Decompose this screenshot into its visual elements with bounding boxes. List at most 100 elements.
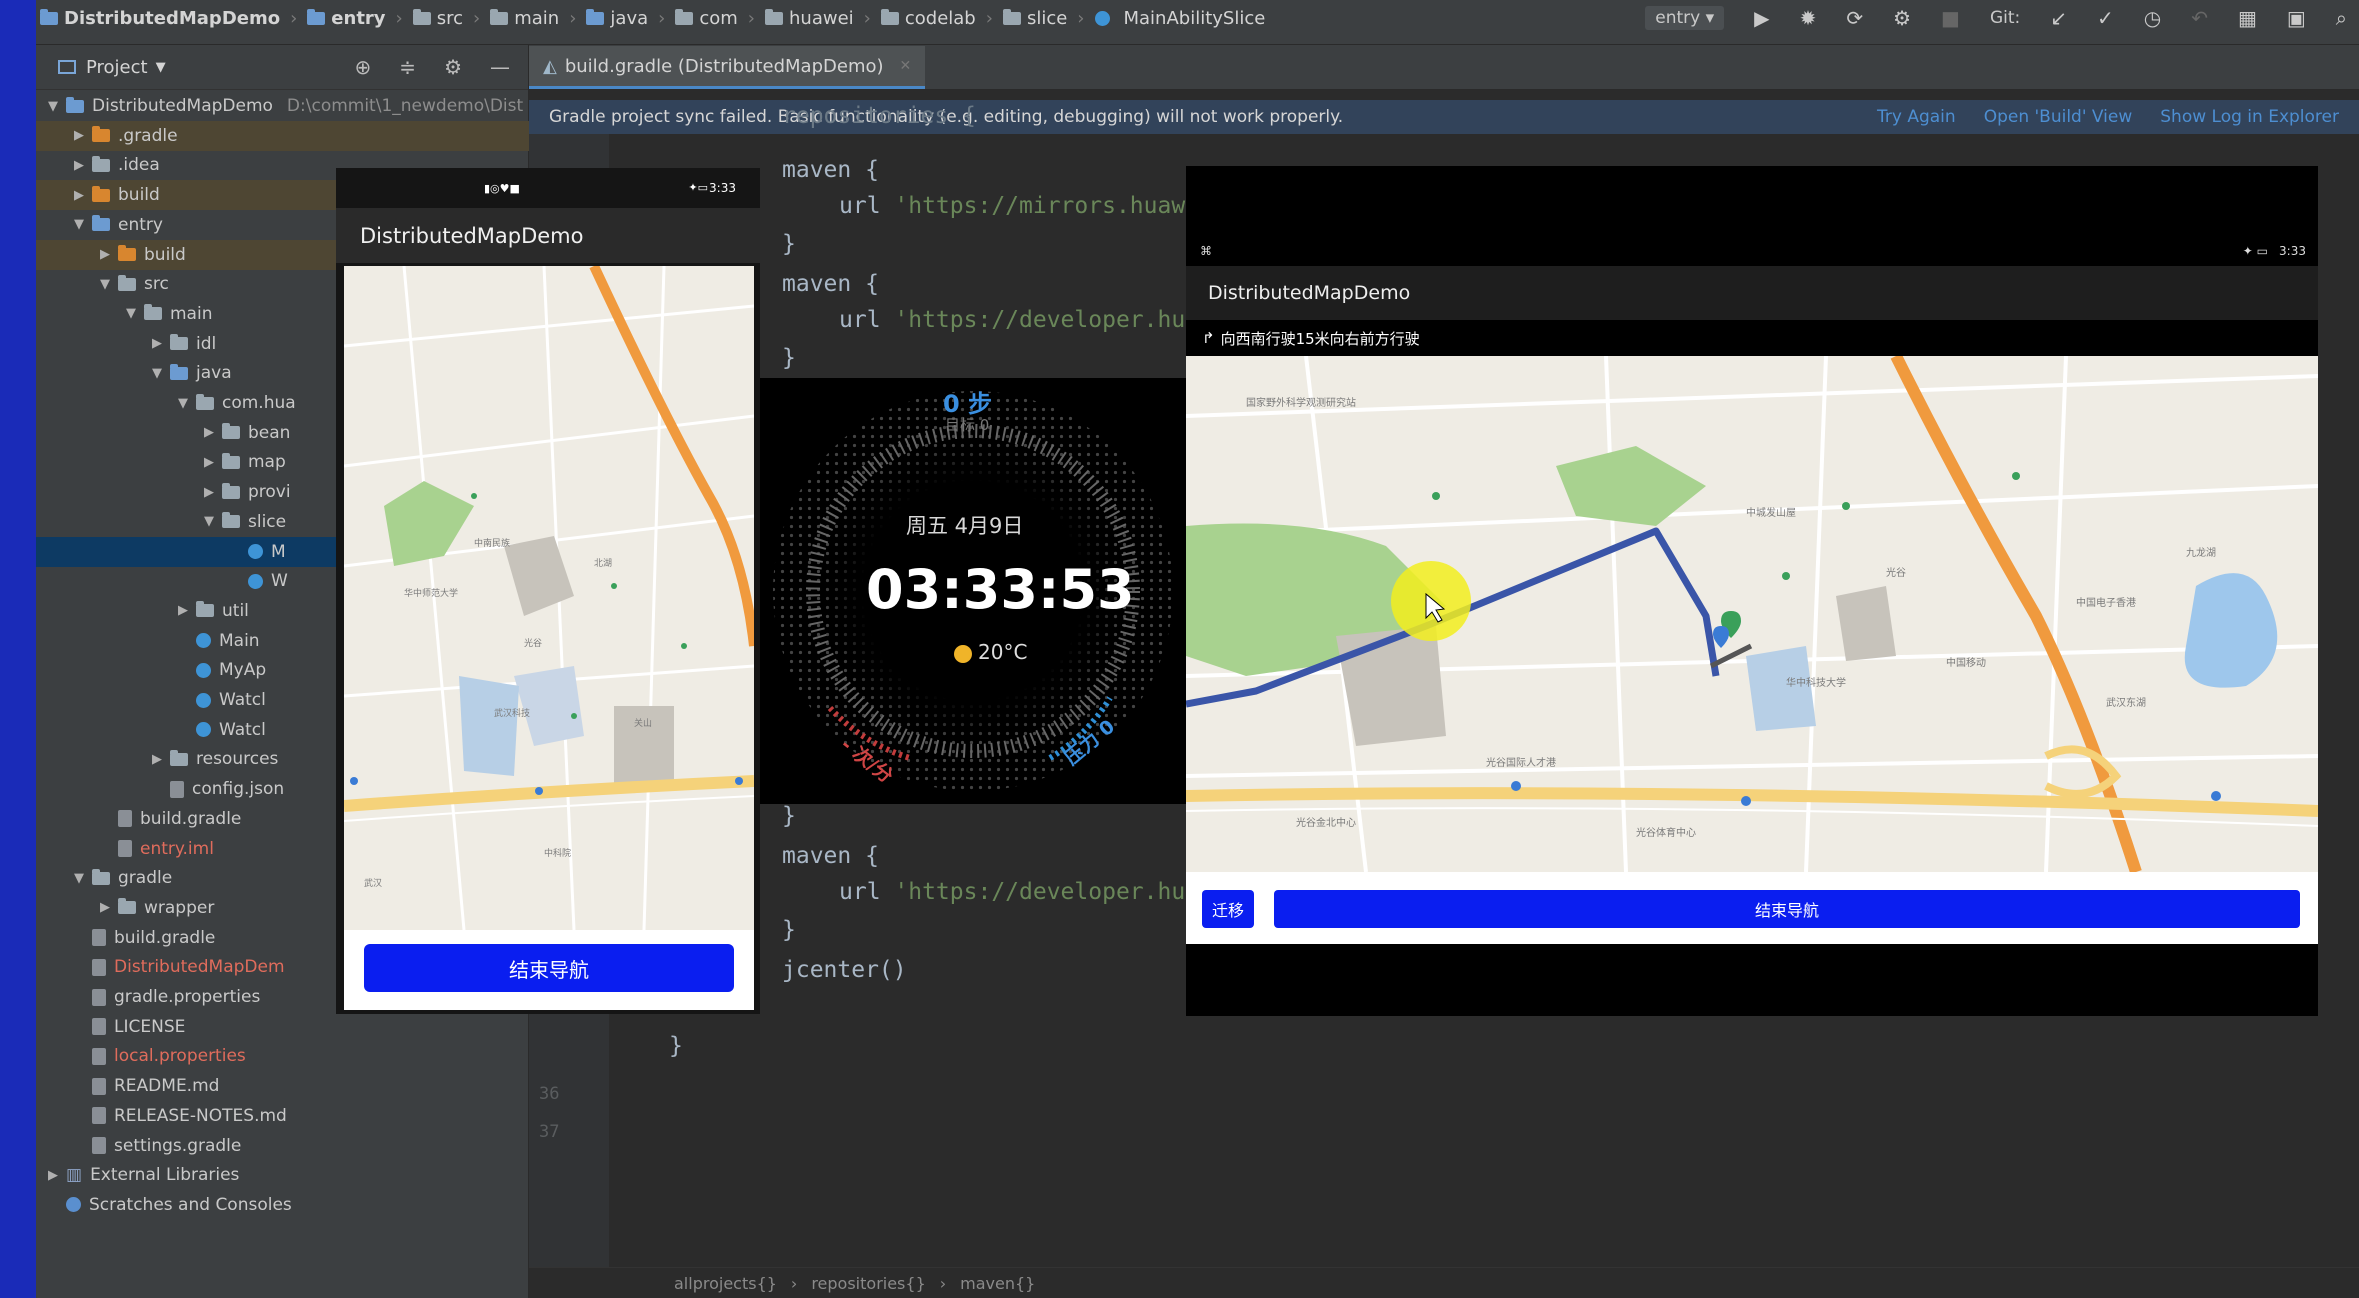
- file-icon: [92, 1077, 106, 1095]
- phone-map-view[interactable]: 中南民族 华中师范大学 光谷 北湖 武汉 中科院 关山 武汉科技: [344, 266, 754, 930]
- code-line: url 'https://developer.hu: [839, 307, 1186, 333]
- gear-icon[interactable]: ⚙: [444, 55, 462, 79]
- expand-arrow-icon[interactable]: ▼: [202, 514, 216, 529]
- profile-icon[interactable]: ⚙: [1893, 6, 1911, 30]
- tree-item[interactable]: ▶ ▥ External Libraries: [36, 1160, 538, 1190]
- try-again-link[interactable]: Try Again: [1877, 107, 1956, 127]
- breadcrumb-item[interactable]: DistributedMapDemo: [40, 8, 280, 29]
- hide-icon[interactable]: —: [490, 55, 510, 79]
- expand-arrow-icon[interactable]: ▶: [72, 188, 86, 203]
- code-crumb[interactable]: allprojects{}: [674, 1274, 777, 1293]
- expand-arrow-icon[interactable]: ▼: [72, 871, 86, 886]
- phone-emulator: ▮◎♥■ ✦▭ 3:33 DistributedMapDemo 中南民族 华中师…: [336, 168, 760, 1014]
- run-icon[interactable]: ▶: [1754, 6, 1769, 30]
- file-icon: [92, 1137, 106, 1154]
- tab-build-gradle[interactable]: ◭ build.gradle (DistributedMapDemo) ✕: [529, 46, 926, 89]
- expand-arrow-icon[interactable]: ▶: [150, 752, 164, 767]
- locate-icon[interactable]: ⊕: [355, 55, 372, 79]
- breadcrumb-item[interactable]: java: [586, 8, 648, 29]
- git-commit-icon[interactable]: ✓: [2097, 6, 2114, 30]
- expand-arrow-icon[interactable]: ▼: [72, 217, 86, 232]
- git-update-icon[interactable]: ↙: [2050, 6, 2067, 30]
- tablet-status-bar: ⌘ ✦ ▭ 3:33: [1186, 236, 2318, 266]
- line-number: 37: [539, 1122, 560, 1142]
- breadcrumb-item[interactable]: slice: [1002, 8, 1067, 29]
- folder-icon: [170, 363, 188, 380]
- folder-icon: [196, 393, 214, 410]
- end-navigation-button[interactable]: 结束导航: [1274, 890, 2300, 928]
- breadcrumb-item[interactable]: src: [412, 8, 463, 29]
- tree-item-label: bean: [248, 422, 291, 443]
- project-panel-title[interactable]: Project: [86, 57, 148, 78]
- steps-target: 目标 0: [945, 416, 990, 434]
- breadcrumb-item[interactable]: main: [490, 8, 559, 29]
- tree-item[interactable]: RELEASE-NOTES.md: [36, 1101, 564, 1131]
- structure-icon[interactable]: ▦: [2238, 6, 2257, 30]
- attach-icon[interactable]: ⟳: [1846, 6, 1863, 30]
- expand-arrow-icon[interactable]: ▶: [46, 1168, 60, 1183]
- layout-icon[interactable]: ▣: [2287, 6, 2306, 30]
- tree-item-label: local.properties: [114, 1046, 246, 1067]
- run-config-dropdown[interactable]: entry ▾: [1645, 6, 1725, 30]
- expand-arrow-icon[interactable]: ▶: [72, 128, 86, 143]
- status-time: 3:33: [709, 181, 736, 195]
- end-navigation-button[interactable]: 结束导航: [364, 944, 734, 992]
- open-build-view-link[interactable]: Open 'Build' View: [1984, 107, 2133, 127]
- class-icon: [248, 544, 263, 559]
- expand-arrow-icon[interactable]: ▶: [176, 603, 190, 618]
- history-icon[interactable]: ◷: [2144, 6, 2161, 30]
- tree-item[interactable]: ▼ DistributedMapDemo D:\commit\1_newdemo\D…: [36, 91, 538, 121]
- battery-icon: ✦▭: [688, 181, 708, 194]
- collapse-icon[interactable]: ≑: [399, 55, 416, 79]
- expand-arrow-icon[interactable]: ▶: [98, 247, 112, 262]
- expand-arrow-icon[interactable]: ▶: [202, 485, 216, 500]
- tree-item[interactable]: settings.gradle: [36, 1131, 564, 1161]
- close-icon[interactable]: ✕: [900, 58, 912, 74]
- svg-text:中国电子香港: 中国电子香港: [2076, 596, 2136, 609]
- breadcrumb-item[interactable]: MainAbilitySlice: [1094, 8, 1265, 29]
- expand-arrow-icon[interactable]: ▼: [176, 396, 190, 411]
- code-crumb[interactable]: repositories{}: [811, 1274, 925, 1293]
- breadcrumb-item[interactable]: com: [675, 8, 738, 29]
- chevron-down-icon[interactable]: ▼: [156, 60, 166, 75]
- tree-item[interactable]: README.md: [36, 1071, 564, 1101]
- expand-arrow-icon[interactable]: ▶: [202, 455, 216, 470]
- debug-icon[interactable]: ✹: [1800, 6, 1817, 30]
- tree-item-label: src: [144, 274, 169, 295]
- tree-item[interactable]: Scratches and Consoles: [36, 1190, 538, 1220]
- code-crumb[interactable]: maven{}: [960, 1274, 1035, 1293]
- phone-status-bar: ▮◎♥■ ✦▭ 3:33: [336, 168, 760, 208]
- expand-arrow-icon[interactable]: ▼: [46, 99, 60, 114]
- tree-item[interactable]: LICENSE: [36, 1012, 564, 1042]
- migrate-button[interactable]: 迁移: [1202, 890, 1254, 928]
- expand-arrow-icon[interactable]: ▶: [98, 900, 112, 915]
- svg-text:中城发山屋: 中城发山屋: [1746, 506, 1796, 519]
- expand-arrow-icon[interactable]: ▼: [98, 277, 112, 292]
- tablet-map-view[interactable]: 国家野外科学观测研究站 中城发山屋 光谷 中国电子香港 华中科技大学 中国移动 九龙湖光…: [1186, 356, 2318, 872]
- stop-icon[interactable]: ■: [1941, 6, 1960, 30]
- folder-icon: [92, 215, 110, 232]
- tree-item-label: idl: [196, 333, 217, 354]
- search-icon[interactable]: ⌕: [2336, 6, 2347, 30]
- tree-item[interactable]: local.properties: [36, 1041, 564, 1071]
- breadcrumb-item[interactable]: huawei: [765, 8, 854, 29]
- expand-arrow-icon[interactable]: ▼: [124, 306, 138, 321]
- tree-item-label: gradle.properties: [114, 987, 261, 1007]
- folder-icon: [92, 126, 110, 143]
- expand-arrow-icon[interactable]: ▶: [150, 336, 164, 351]
- tree-item-label: Watcl: [219, 719, 266, 740]
- code-line: }: [782, 345, 796, 371]
- breadcrumb-item[interactable]: entry: [307, 8, 386, 29]
- expand-arrow-icon[interactable]: ▶: [72, 158, 86, 173]
- rollback-icon[interactable]: ↶: [2191, 6, 2208, 30]
- expand-arrow-icon[interactable]: ▼: [150, 366, 164, 381]
- tree-item-label: main: [170, 303, 213, 324]
- breadcrumb-item[interactable]: codelab: [880, 8, 976, 29]
- show-log-link[interactable]: Show Log in Explorer: [2160, 107, 2339, 127]
- tree-item[interactable]: ▶ .gradle: [36, 120, 564, 151]
- tree-item-label: Scratches and Consoles: [89, 1194, 292, 1215]
- expand-arrow-icon[interactable]: ▶: [202, 425, 216, 440]
- tree-item-label: build.gradle: [140, 808, 242, 829]
- tree-item-label: Watcl: [219, 690, 266, 710]
- tree-item-label: resources: [196, 749, 279, 770]
